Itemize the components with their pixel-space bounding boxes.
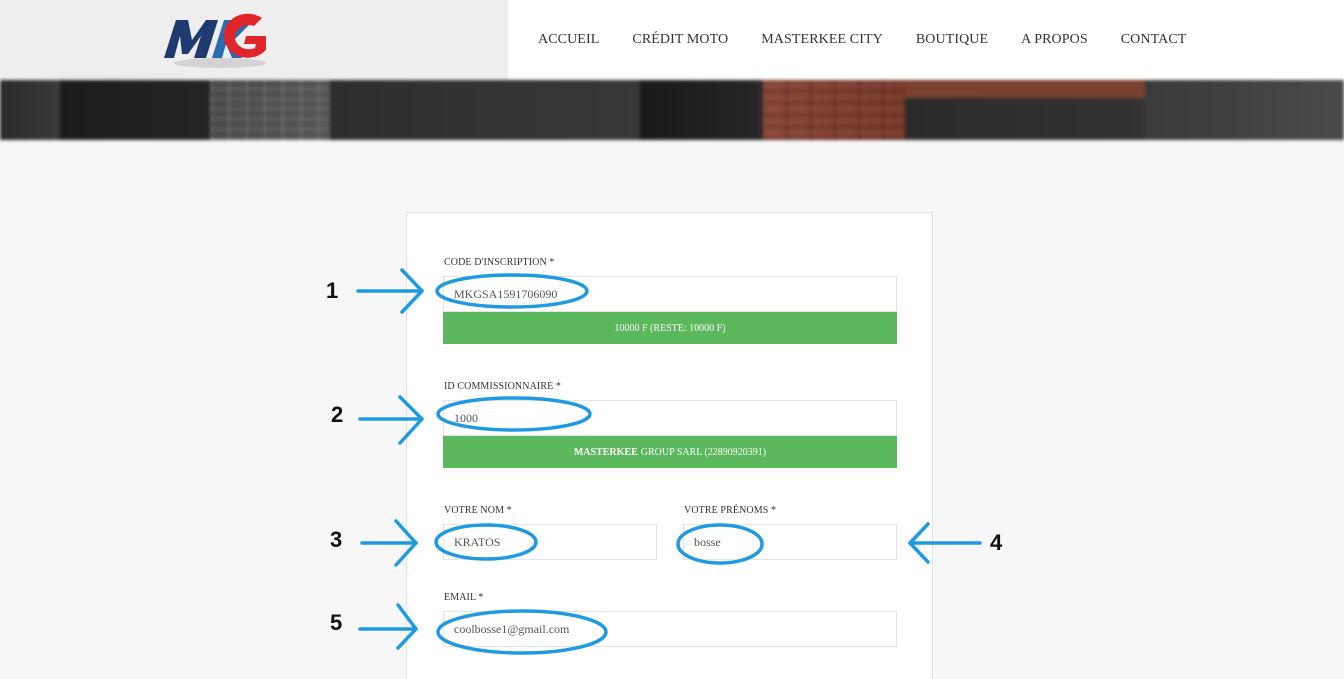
annotation-number-4: 4 [990, 530, 1003, 555]
code-status-bar: 10000 F (RESTE: 10000 F) [443, 312, 897, 344]
annotation-number-5: 5 [330, 610, 343, 635]
hero-banner [0, 80, 1344, 140]
site-header: ACCUEIL CRÉDIT MOTO MASTERKEE CITY BOUTI… [0, 0, 1344, 80]
mkg-logo[interactable] [162, 6, 272, 72]
code-status-text: 10000 F (RESTE: 10000 F) [614, 322, 726, 334]
prenoms-input[interactable]: bosse [683, 524, 897, 560]
code-inscription-input[interactable]: MKGSA1591706090 [443, 276, 897, 312]
email-label: EMAIL * [444, 592, 484, 603]
banner-bricks-top [905, 80, 1145, 98]
code-inscription-label: CODE D'INSCRIPTION * [444, 257, 555, 268]
prenoms-label: VOTRE PRÉNOMS * [684, 505, 777, 516]
annotation-number-3: 3 [330, 527, 343, 552]
commission-label: ID COMMISSIONNAIRE * [444, 381, 562, 392]
nav-accueil[interactable]: ACCUEIL [538, 32, 599, 48]
nav-boutique[interactable]: BOUTIQUE [916, 32, 988, 48]
annotation-number-1: 1 [326, 278, 339, 303]
registration-form: CODE D'INSCRIPTION * MKGSA1591706090 100… [406, 212, 933, 679]
nav-masterkee-city[interactable]: MASTERKEE CITY [761, 32, 883, 48]
logo-area [0, 0, 508, 80]
nom-label: VOTRE NOM * [444, 505, 512, 516]
nom-input[interactable]: KRATOS [443, 524, 657, 560]
email-input[interactable]: coolbosse1@gmail.com [443, 611, 897, 647]
commission-status-bar: MASTERKEE GROUP SARL (22890920391) [443, 436, 897, 468]
nav-contact[interactable]: CONTACT [1121, 32, 1187, 48]
nav-credit-moto[interactable]: CRÉDIT MOTO [632, 32, 728, 48]
nav-a-propos[interactable]: A PROPOS [1021, 32, 1088, 48]
commission-name-rest: GROUP SARL (22890920391) [640, 446, 767, 458]
commission-input[interactable]: 1000 [443, 400, 897, 436]
banner-bricks [762, 80, 905, 140]
commission-name-bold: MASTERKEE [573, 446, 638, 458]
annotation-number-2: 2 [331, 402, 344, 427]
banner-glass [210, 80, 330, 140]
main-nav: ACCUEIL CRÉDIT MOTO MASTERKEE CITY BOUTI… [538, 0, 1219, 80]
